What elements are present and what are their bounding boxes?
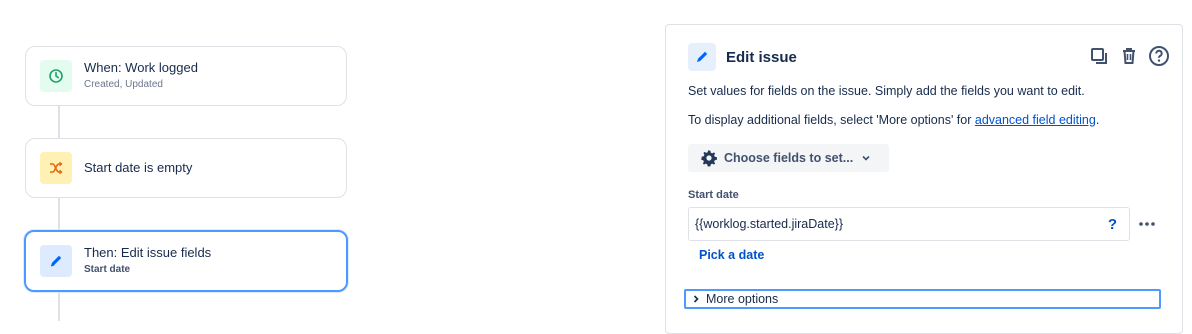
start-date-label: Start date [688, 189, 739, 201]
chevron-down-icon [861, 153, 871, 163]
trash-icon[interactable] [1118, 45, 1140, 67]
advanced-field-editing-link[interactable]: advanced field editing [975, 113, 1096, 127]
flow-connector [58, 198, 60, 230]
panel-description: Set values for fields on the issue. Simp… [688, 84, 1085, 98]
duplicate-icon[interactable] [1088, 45, 1110, 67]
flow-condition-card[interactable]: Start date is empty [25, 138, 347, 198]
edit-issue-panel: Edit issue Set values for fields on the … [665, 24, 1183, 334]
choose-fields-button[interactable]: Choose fields to set... [688, 144, 889, 172]
trigger-title: When: Work logged [84, 60, 198, 75]
trigger-subtitle: Created, Updated [84, 79, 163, 90]
flow-action-card[interactable]: Then: Edit issue fields Start date [24, 230, 348, 292]
additional-fields-note: To display additional fields, select 'Mo… [688, 113, 1099, 127]
branch-icon [40, 152, 72, 184]
gear-icon [700, 149, 718, 167]
flow-connector [58, 106, 60, 138]
choose-fields-label: Choose fields to set... [724, 151, 854, 165]
flow-trigger-card[interactable]: When: Work logged Created, Updated [25, 46, 347, 106]
pencil-icon [40, 245, 72, 277]
pick-a-date-link[interactable]: Pick a date [699, 248, 764, 262]
start-date-value: {{worklog.started.jiraDate}} [695, 217, 844, 231]
more-actions-icon[interactable] [1136, 215, 1158, 233]
panel-title: Edit issue [726, 48, 797, 66]
action-subtitle: Start date [84, 264, 131, 275]
pencil-icon [688, 43, 716, 71]
more-options-label: More options [706, 292, 779, 306]
more-options-toggle[interactable]: More options [684, 289, 1161, 309]
condition-title: Start date is empty [84, 160, 193, 175]
additional-prefix: To display additional fields, select 'Mo… [688, 113, 975, 127]
smart-value-help-icon[interactable]: ? [1108, 216, 1117, 233]
start-date-input[interactable]: {{worklog.started.jiraDate}} ? [688, 207, 1130, 241]
panel-actions [1088, 45, 1170, 67]
panel-header: Edit issue [688, 43, 797, 71]
help-icon[interactable] [1148, 45, 1170, 67]
chevron-right-icon [692, 294, 700, 304]
flow-connector [58, 292, 60, 321]
additional-suffix: . [1095, 113, 1100, 127]
clock-icon [40, 60, 72, 92]
action-title: Then: Edit issue fields [84, 245, 212, 260]
